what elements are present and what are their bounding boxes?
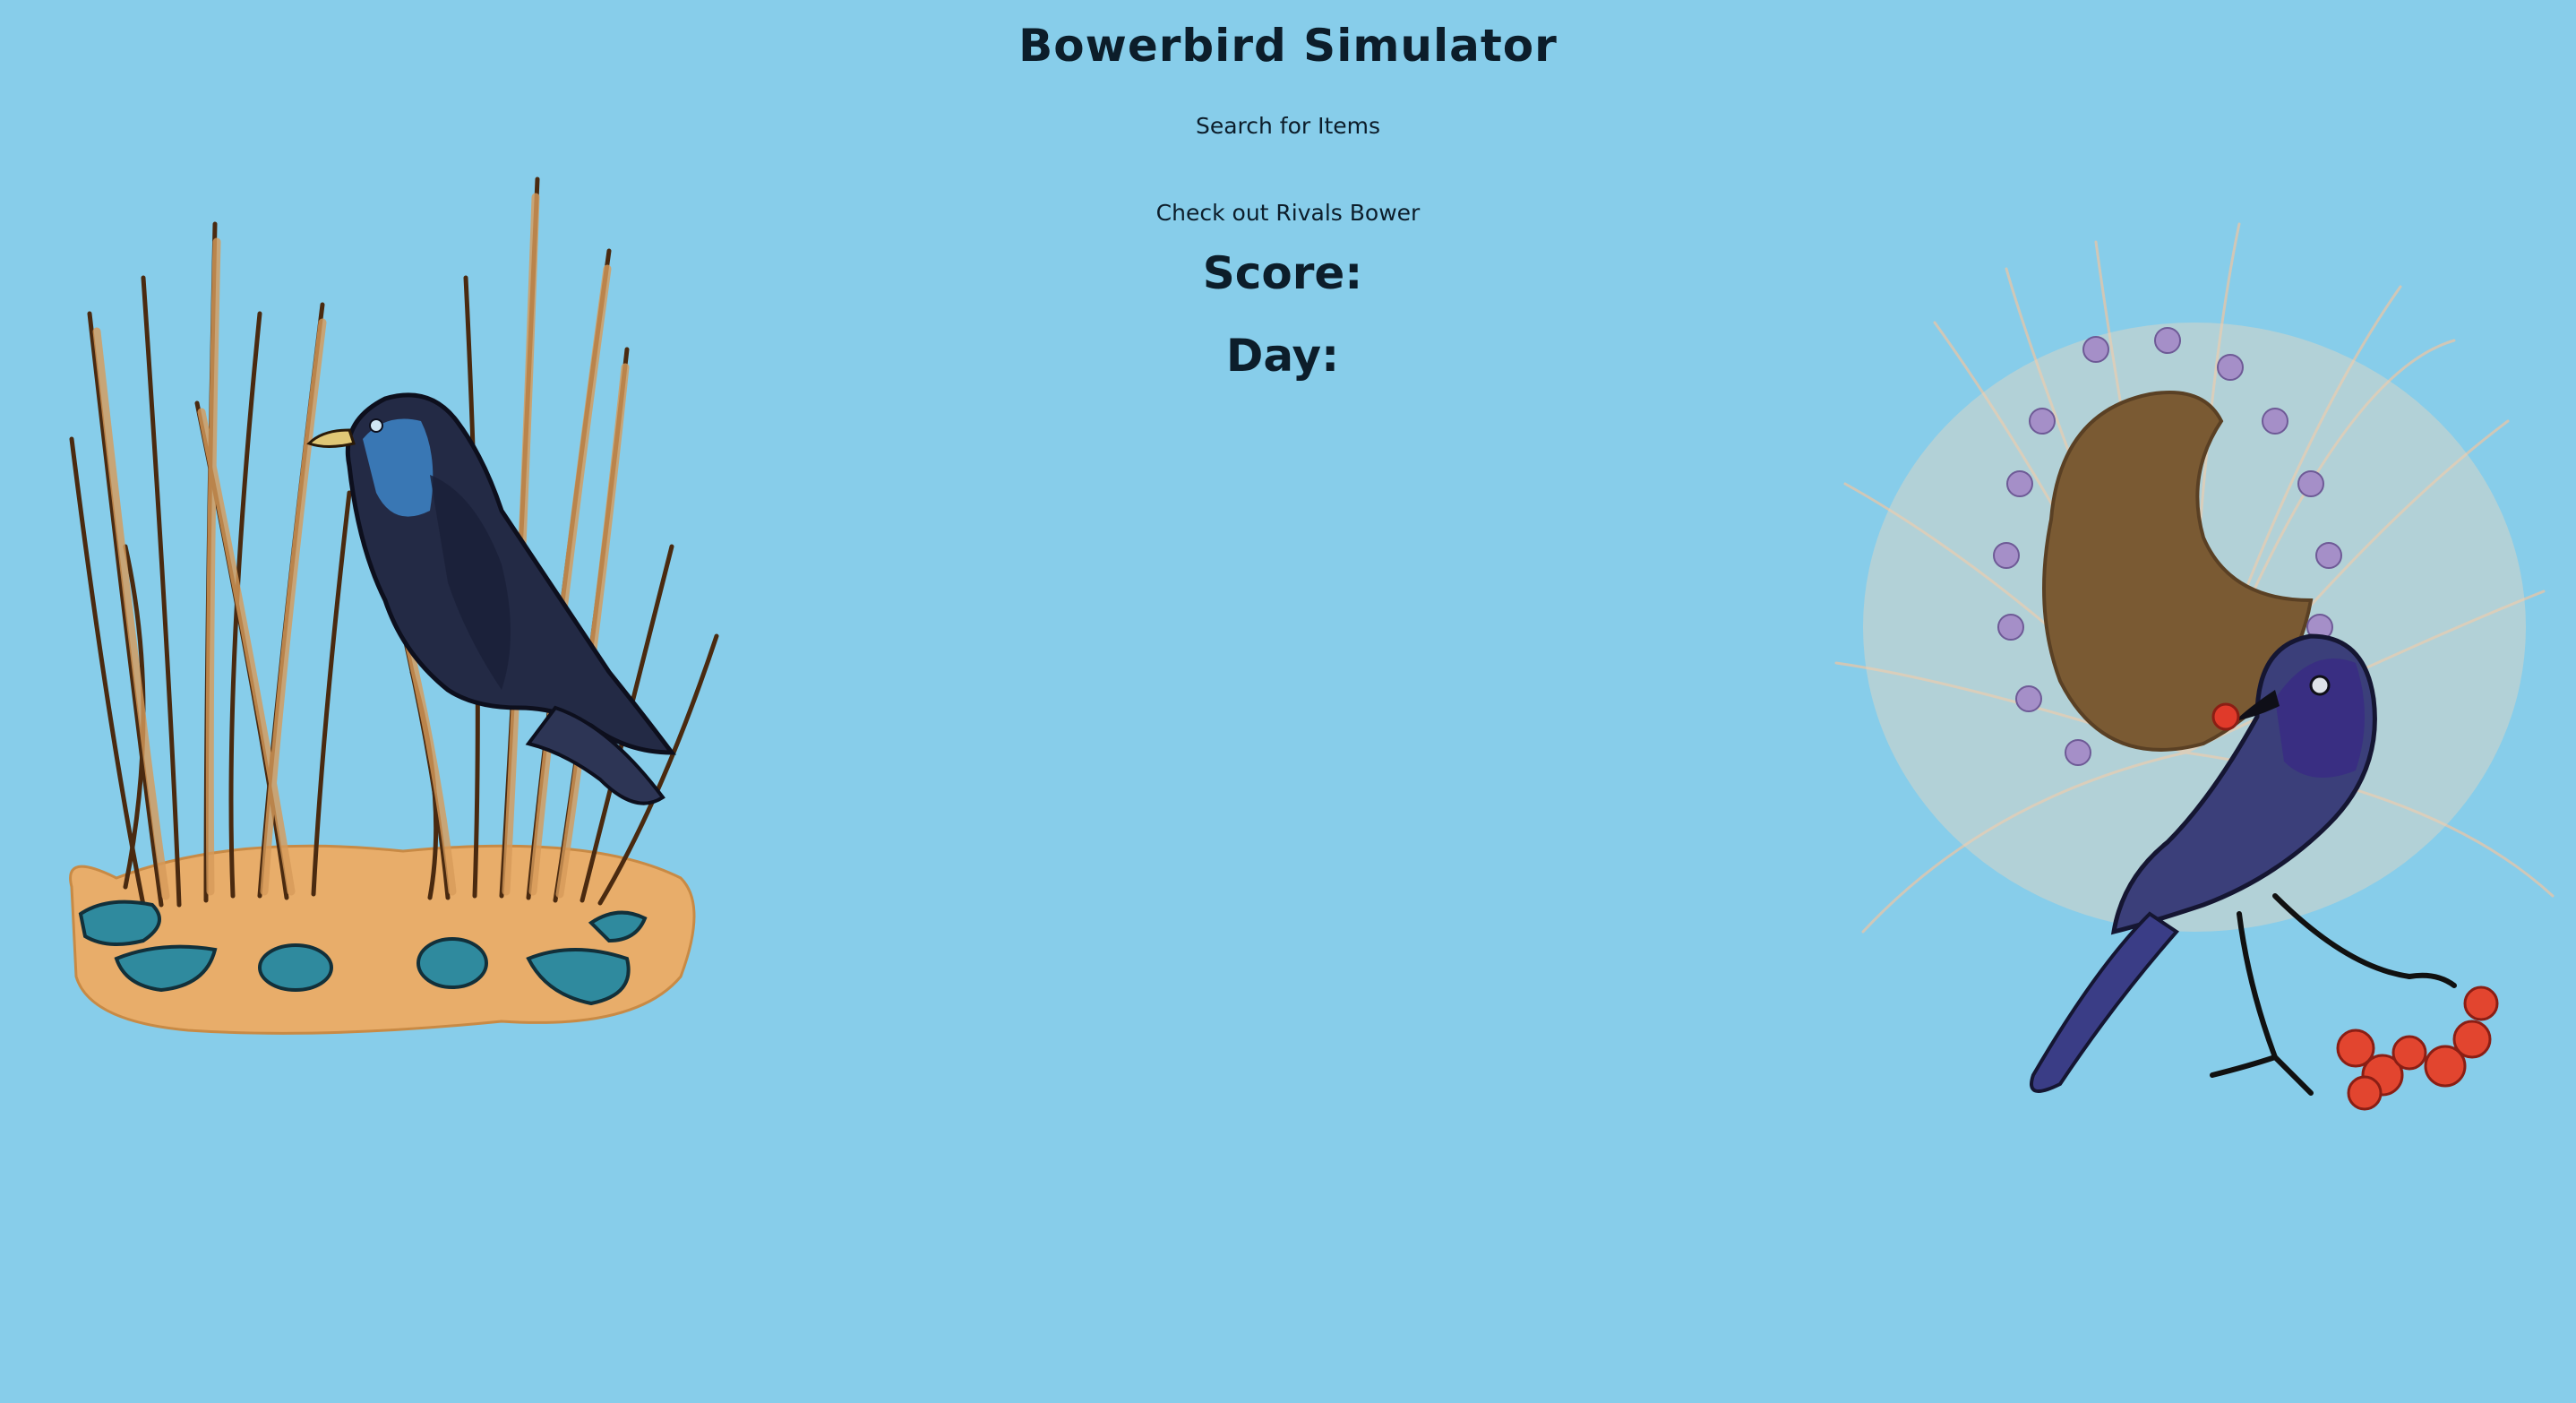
game-title: Bowerbird Simulator xyxy=(1018,20,1558,72)
search-items-button[interactable]: Search for Items xyxy=(1187,109,1389,142)
rival-bower-button[interactable]: Check out Rivals Bower xyxy=(1147,196,1430,229)
score-label: Score: xyxy=(1202,247,1363,299)
rival-bower-image xyxy=(1834,222,2555,1111)
rival-bower-illustration xyxy=(1827,215,2562,1147)
day-label: Day: xyxy=(1225,330,1340,382)
player-bower-illustration xyxy=(54,170,752,1048)
player-bower-image xyxy=(69,176,719,1035)
